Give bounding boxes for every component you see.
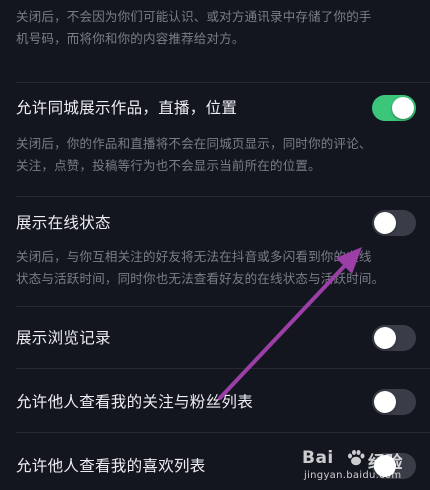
divider (16, 368, 430, 369)
divider (16, 432, 430, 433)
same-city-title: 允许同城展示作品，直播，位置 (16, 99, 238, 117)
online-status-title: 展示在线状态 (16, 214, 111, 232)
likes-list-title: 允许他人查看我的喜欢列表 (16, 457, 206, 475)
divider (16, 306, 430, 307)
online-status-desc-line2: 状态与活跃时间，同时你也无法查看好友的在线状态与活跃时间。 (16, 271, 385, 286)
follow-list-title: 允许他人查看我的关注与粉丝列表 (16, 393, 254, 411)
toggle-knob (374, 327, 396, 349)
online-status-toggle[interactable] (372, 210, 416, 236)
contacts-recommend-desc-line1: 关闭后，不会因为你们可能认识、或对方通讯录中存储了你的手 (16, 9, 372, 24)
same-city-desc-line1: 关闭后，你的作品和直播将不会在同城页显示，同时你的评论、 (16, 136, 372, 151)
same-city-toggle[interactable] (372, 95, 416, 121)
watermark-brand: Bai (302, 448, 334, 468)
baidu-paw-icon (348, 450, 365, 466)
same-city-desc: 关闭后，你的作品和直播将不会在同城页显示，同时你的评论、 关注，点赞，投稿等行为… (16, 133, 414, 177)
online-status-desc-line1: 关闭后，与你互相关注的好友将无法在抖音或多闪看到你的在线 (16, 249, 372, 264)
contacts-recommend-desc-line2: 机号码，而将你和你的内容推荐给对方。 (16, 31, 245, 46)
browse-history-title: 展示浏览记录 (16, 329, 111, 347)
watermark-url: jingyan.baidu.com (304, 470, 402, 481)
toggle-knob (374, 212, 396, 234)
browse-history-toggle[interactable] (372, 325, 416, 351)
divider (16, 196, 430, 197)
toggle-knob (392, 97, 414, 119)
toggle-knob (374, 391, 396, 413)
divider (16, 82, 430, 83)
same-city-desc-line2: 关注，点赞，投稿等行为也不会显示当前所在的位置。 (16, 158, 321, 173)
baidu-jingyan-watermark: Bai 经验 jingyan.baidu.com (302, 446, 422, 486)
annotation-arrow (218, 247, 362, 400)
privacy-settings-screen: 关闭后，不会因为你们可能认识、或对方通讯录中存储了你的手 机号码，而将你和你的内… (0, 0, 430, 490)
contacts-recommend-desc: 关闭后，不会因为你们可能认识、或对方通讯录中存储了你的手 机号码，而将你和你的内… (16, 6, 414, 50)
follow-list-toggle[interactable] (372, 389, 416, 415)
online-status-desc: 关闭后，与你互相关注的好友将无法在抖音或多闪看到你的在线 状态与活跃时间，同时你… (16, 246, 414, 290)
